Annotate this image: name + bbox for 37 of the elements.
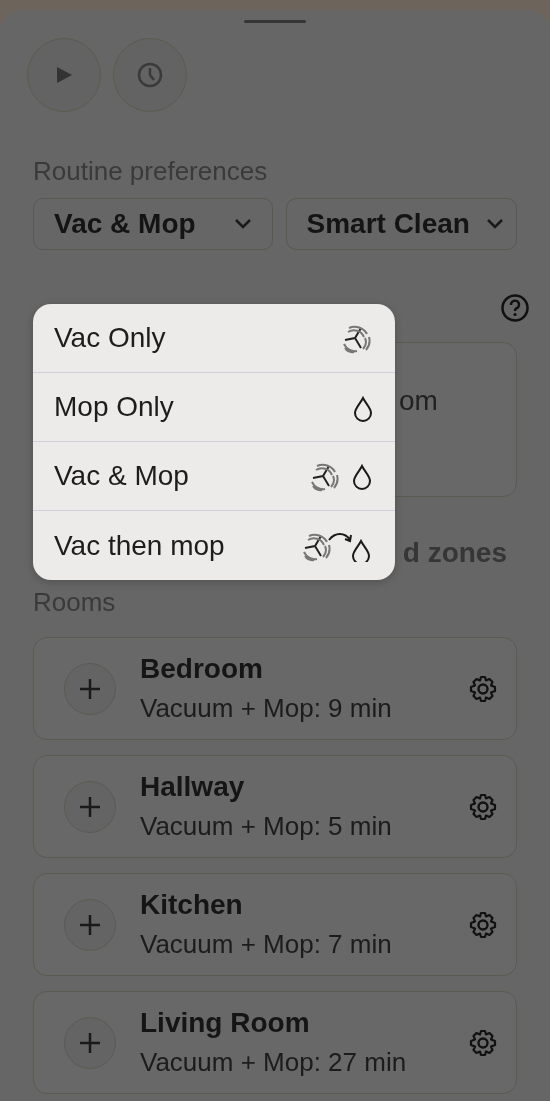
dropdown[interactable]: Vac & Mop bbox=[33, 198, 273, 250]
menu-item[interactable]: Mop Only bbox=[33, 373, 395, 442]
room-card[interactable]: Kitchen Vacuum + Mop: 7 min bbox=[33, 873, 517, 976]
chevron-down-icon bbox=[486, 218, 504, 230]
settings-button[interactable] bbox=[468, 673, 498, 704]
menu-item[interactable]: Vac & Mop bbox=[33, 442, 395, 511]
plus-icon bbox=[78, 1030, 102, 1055]
gear-icon bbox=[468, 673, 498, 704]
room-name: Hallway bbox=[140, 771, 246, 803]
room-detail: Vacuum + Mop: 9 min bbox=[140, 693, 393, 724]
clock-icon bbox=[136, 61, 164, 89]
drag-handle[interactable] bbox=[244, 20, 306, 23]
room-name: Living Room bbox=[140, 1007, 311, 1039]
gear-icon bbox=[468, 1027, 498, 1058]
room-detail: Vacuum + Mop: 7 min bbox=[140, 929, 393, 960]
room-name: Kitchen bbox=[140, 889, 244, 921]
room-card[interactable]: Living Room Vacuum + Mop: 27 min bbox=[33, 991, 517, 1094]
chevron-down-icon bbox=[233, 218, 252, 230]
room-card[interactable]: Hallway Vacuum + Mop: 5 min bbox=[33, 755, 517, 858]
room-detail: Vacuum + Mop: 27 min bbox=[140, 1047, 408, 1078]
menu-item[interactable]: Vac Only bbox=[33, 304, 395, 373]
settings-button[interactable] bbox=[468, 791, 498, 822]
play-icon bbox=[54, 65, 74, 85]
gear-icon bbox=[468, 909, 498, 940]
gear-icon bbox=[468, 791, 498, 822]
help-icon[interactable] bbox=[500, 293, 530, 323]
plus-icon bbox=[78, 676, 102, 701]
plus-icon bbox=[78, 912, 102, 937]
settings-button[interactable] bbox=[468, 909, 498, 940]
room-name: Bedroom bbox=[140, 653, 264, 685]
settings-button[interactable] bbox=[468, 1027, 498, 1058]
room-detail: Vacuum + Mop: 5 min bbox=[140, 811, 393, 842]
plus-icon bbox=[78, 794, 102, 819]
dropdown[interactable]: Smart Clean bbox=[285, 198, 517, 250]
card-text: om bbox=[399, 384, 438, 417]
menu-item[interactable]: Vac then mop bbox=[33, 511, 395, 580]
room-card[interactable]: Bedroom Vacuum + Mop: 9 min bbox=[33, 637, 517, 740]
